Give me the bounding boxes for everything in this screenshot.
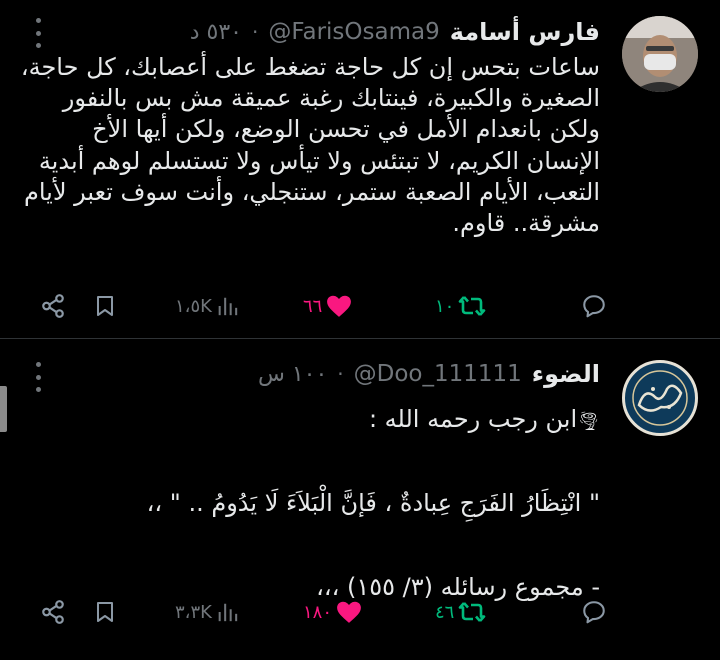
action-bar: ٣،٣K ١٨٠ ٤٦: [30, 592, 610, 632]
bookmark-icon: [97, 296, 113, 316]
like-count: ٦٦: [303, 295, 323, 317]
like-button[interactable]: ٦٦: [303, 294, 352, 318]
reply-icon: [583, 295, 605, 318]
display-name[interactable]: الضوء: [532, 360, 600, 388]
display-name[interactable]: فارس أسامة: [450, 18, 600, 46]
share-button[interactable]: [40, 293, 66, 319]
retweet-count: ٤٦: [435, 601, 455, 623]
views-button[interactable]: ٣،٣K: [175, 601, 238, 623]
tweet-text-line: 🌪ابن رجب رحمه الله :: [368, 405, 600, 433]
like-count: ١٨٠: [303, 601, 333, 623]
reply-button[interactable]: [580, 599, 612, 625]
share-icon: [42, 600, 64, 624]
views-count: ١،٥K: [175, 295, 212, 317]
tweet-header: الضوء @Doo_111111 · ١٠٠ س: [258, 354, 600, 394]
tweet[interactable]: فارس أسامة @FarisOsama9 · ٥٣٠ د ساعات بت…: [0, 0, 720, 338]
more-options-icon[interactable]: [26, 18, 50, 48]
retweet-count: ١٠: [435, 295, 455, 317]
separator-dot: ·: [337, 362, 344, 386]
person-photo-icon: [622, 16, 698, 92]
more-options-icon[interactable]: [26, 362, 50, 392]
bookmark-button[interactable]: [93, 293, 117, 319]
heart-filled-icon: [327, 295, 352, 317]
tweet[interactable]: الضوء @Doo_111111 · ١٠٠ س 🌪ابن رجب رحمه …: [0, 340, 720, 660]
analytics-icon: [218, 603, 238, 622]
tweet-divider: [0, 338, 720, 339]
retweet-icon: [459, 602, 486, 622]
retweet-button[interactable]: ٤٦: [435, 600, 486, 624]
handle[interactable]: @FarisOsama9: [268, 19, 439, 45]
tornado-emoji-icon: 🌪: [577, 411, 600, 432]
avatar[interactable]: [622, 360, 698, 436]
heart-filled-icon: [337, 601, 361, 623]
views-count: ٣،٣K: [175, 601, 212, 623]
handle[interactable]: @Doo_111111: [354, 361, 522, 387]
tweet-text: 🌪ابن رجب رحمه الله : " انْتِظَارُ الفَرَ…: [20, 398, 600, 608]
views-button[interactable]: ١،٥K: [175, 295, 238, 317]
timestamp[interactable]: ١٠٠ س: [258, 362, 327, 387]
reply-button[interactable]: [580, 293, 612, 319]
share-button[interactable]: [40, 599, 66, 625]
action-bar: ١،٥K ٦٦ ١٠: [30, 286, 610, 326]
timestamp[interactable]: ٥٣٠ د: [190, 20, 242, 45]
tweet-text-line: [20, 440, 600, 482]
bookmark-icon: [97, 602, 113, 622]
avatar[interactable]: [622, 16, 698, 92]
share-icon: [42, 294, 64, 318]
tweet-text-line: " انْتِظَارُ الفَرَجِ عِبادةٌ ، فَإنَّ ا…: [146, 489, 600, 517]
retweet-icon: [459, 296, 486, 316]
tweet-header: فارس أسامة @FarisOsama9 · ٥٣٠ د: [190, 12, 600, 52]
retweet-button[interactable]: ١٠: [435, 294, 486, 318]
tweet-text-line: [20, 524, 600, 566]
analytics-icon: [218, 297, 238, 316]
separator-dot: ·: [252, 20, 259, 44]
alfurqan-logo-icon: [626, 364, 694, 432]
like-button[interactable]: ١٨٠: [303, 600, 362, 624]
reply-icon: [583, 601, 605, 624]
tweet-text: ساعات بتحس إن كل حاجة تضغط على أعصابك، ك…: [20, 53, 600, 238]
bookmark-button[interactable]: [93, 599, 117, 625]
